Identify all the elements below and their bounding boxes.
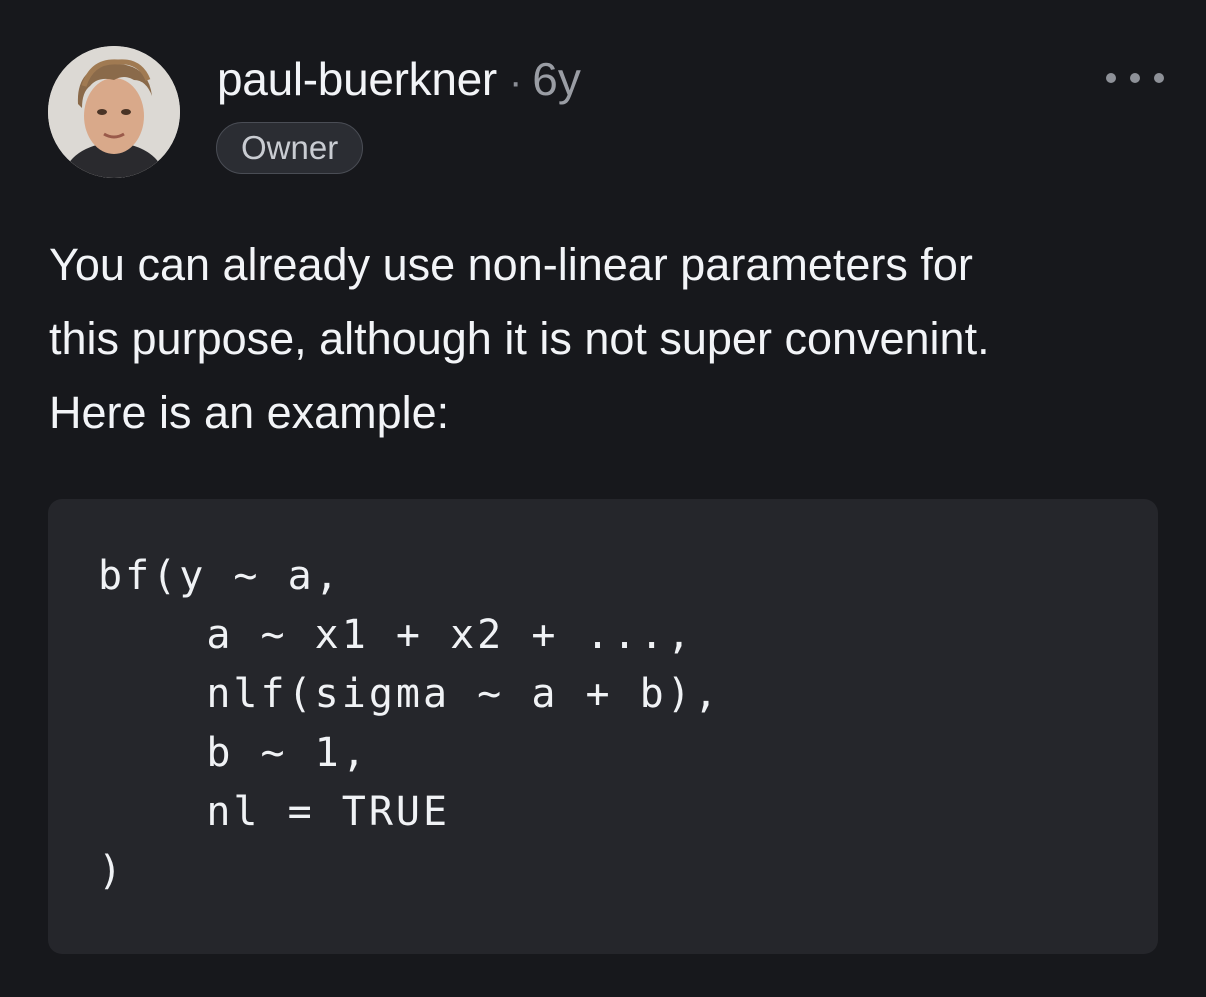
more-dot [1106, 73, 1116, 83]
author-name[interactable]: paul-buerkner [217, 52, 497, 106]
author-line: paul-buerkner · 6y [217, 52, 581, 106]
comment: paul-buerkner · 6y Owner You can already… [0, 0, 1206, 997]
more-dot [1130, 73, 1140, 83]
comment-body: You can already use non-linear parameter… [49, 228, 1169, 450]
meta-separator: · [508, 60, 523, 104]
more-dot [1154, 73, 1164, 83]
code-line: ) [98, 848, 126, 894]
code-line: b ~ 1, [98, 730, 369, 776]
comment-body-line: this purpose, although it is not super c… [49, 313, 990, 364]
avatar[interactable] [48, 46, 180, 178]
owner-badge-label: Owner [241, 129, 339, 166]
comment-body-line: Here is an example: [49, 387, 450, 438]
comment-body-line: You can already use non-linear parameter… [49, 239, 973, 290]
avatar-image [48, 46, 180, 178]
code-line: nlf(sigma ~ a + b), [98, 671, 721, 717]
code-line: a ~ x1 + x2 + ..., [98, 612, 694, 658]
comment-age[interactable]: 6y [532, 52, 581, 106]
more-options-icon[interactable] [1106, 66, 1164, 90]
code-line: nl = TRUE [98, 789, 451, 835]
code-line: bf(y ~ a, [98, 553, 342, 599]
owner-badge: Owner [216, 122, 364, 174]
code-block: bf(y ~ a, a ~ x1 + x2 + ..., nlf(sigma ~… [48, 499, 1158, 954]
